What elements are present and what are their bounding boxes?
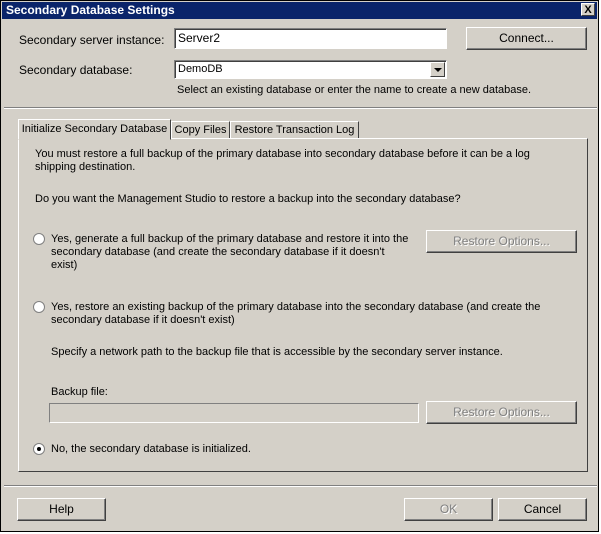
option-restore-existing-backup-label[interactable]: Yes, restore an existing backup of the p… bbox=[51, 301, 541, 327]
tab-label: Restore Transaction Log bbox=[234, 124, 355, 136]
radio-restore-existing-backup[interactable] bbox=[33, 301, 45, 313]
connect-button[interactable]: Connect... bbox=[466, 27, 587, 50]
title-bar: Secondary Database Settings X bbox=[2, 2, 597, 19]
cancel-button[interactable]: Cancel bbox=[498, 498, 587, 521]
connect-button-label: Connect... bbox=[499, 31, 554, 45]
ok-button[interactable]: OK bbox=[404, 498, 493, 521]
restore-options-button-1[interactable]: Restore Options... bbox=[426, 230, 577, 253]
backup-file-input[interactable] bbox=[49, 403, 419, 423]
close-button[interactable]: X bbox=[581, 3, 595, 16]
secondary-database-combo[interactable]: DemoDB bbox=[174, 60, 447, 79]
cancel-button-label: Cancel bbox=[523, 502, 562, 516]
chevron-down-icon[interactable] bbox=[430, 62, 445, 77]
tab-panel-initialize: You must restore a full backup of the pr… bbox=[18, 138, 588, 472]
footer-separator bbox=[4, 485, 597, 487]
network-path-note: Specify a network path to the backup fil… bbox=[51, 346, 503, 358]
question-text: Do you want the Management Studio to res… bbox=[35, 193, 461, 205]
dialog-window: Secondary Database Settings X Secondary … bbox=[0, 0, 599, 532]
tab-initialize-secondary-database[interactable]: Initialize Secondary Database bbox=[18, 119, 171, 140]
intro-text: You must restore a full backup of the pr… bbox=[35, 148, 530, 173]
help-button[interactable]: Help bbox=[17, 498, 106, 521]
dialog-title: Secondary Database Settings bbox=[6, 3, 175, 17]
secondary-database-label: Secondary database: bbox=[19, 63, 133, 77]
option-generate-full-backup-label[interactable]: Yes, generate a full backup of the prima… bbox=[51, 233, 411, 272]
server-instance-input[interactable]: Server2 bbox=[174, 28, 447, 49]
database-hint-text: Select an existing database or enter the… bbox=[177, 84, 532, 96]
tab-label: Initialize Secondary Database bbox=[21, 123, 168, 135]
restore-options-label: Restore Options... bbox=[453, 234, 550, 248]
server-instance-label: Secondary server instance: bbox=[19, 33, 165, 47]
tab-copy-files[interactable]: Copy Files bbox=[171, 121, 230, 139]
ok-button-label: OK bbox=[439, 502, 458, 516]
backup-file-label: Backup file: bbox=[51, 386, 108, 398]
tab-restore-transaction-log[interactable]: Restore Transaction Log bbox=[230, 121, 359, 139]
restore-options-label: Restore Options... bbox=[453, 405, 550, 419]
radio-generate-full-backup[interactable] bbox=[33, 233, 45, 245]
separator bbox=[4, 107, 597, 109]
option-no-initialized-label[interactable]: No, the secondary database is initialize… bbox=[51, 443, 251, 456]
restore-options-button-2[interactable]: Restore Options... bbox=[426, 401, 577, 424]
help-button-label: Help bbox=[49, 502, 74, 516]
secondary-database-value: DemoDB bbox=[178, 63, 223, 75]
radio-no-initialized[interactable] bbox=[33, 443, 45, 455]
tab-label: Copy Files bbox=[174, 124, 227, 136]
